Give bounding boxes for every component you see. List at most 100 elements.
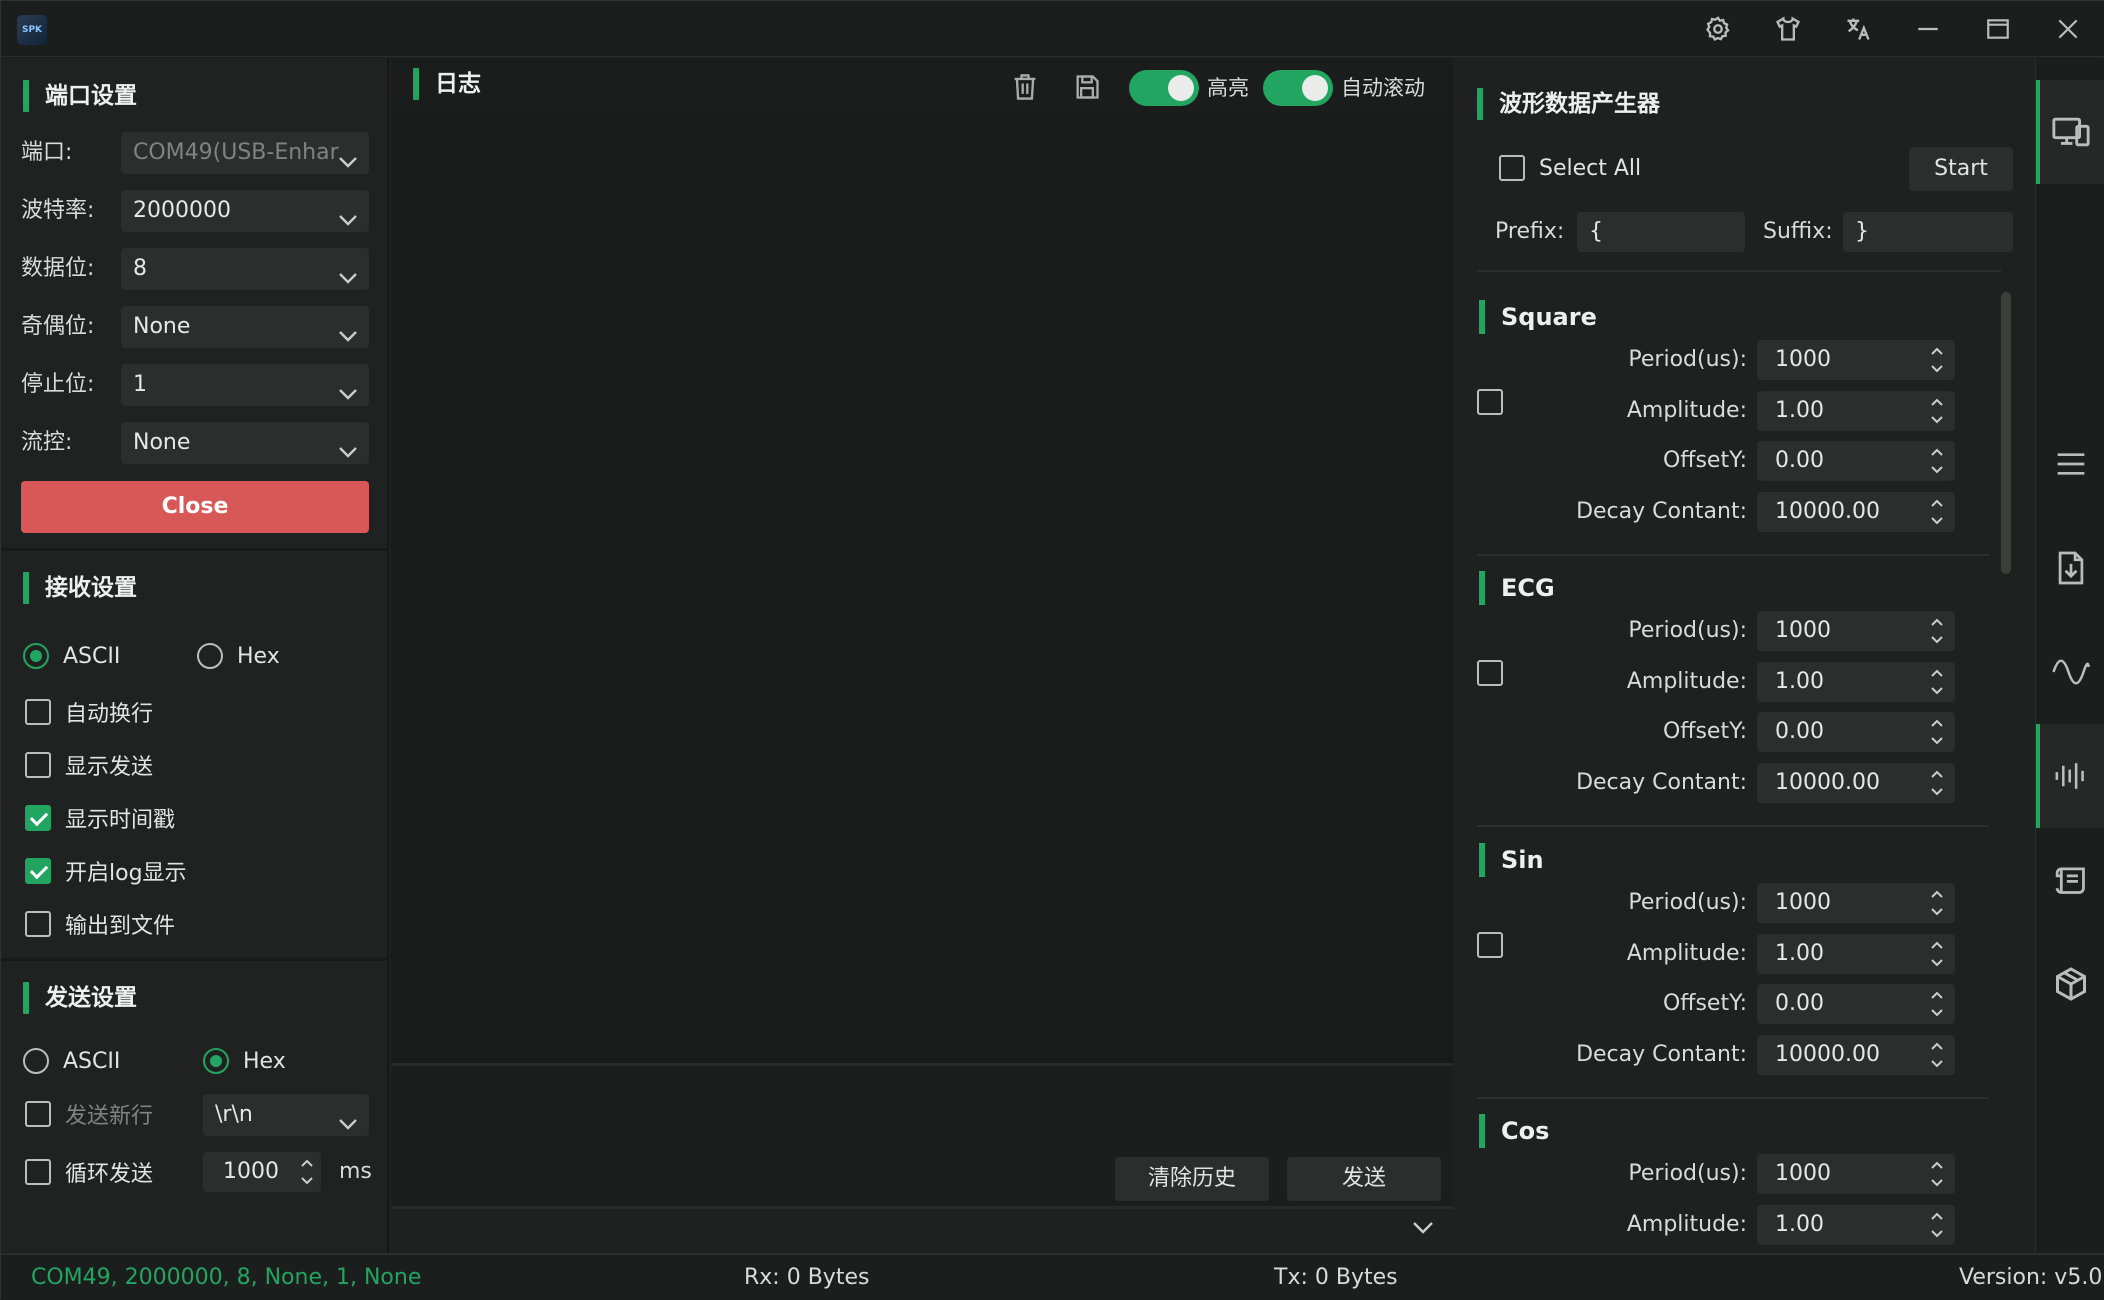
output-file-checkbox[interactable]: 输出到文件 — [25, 906, 175, 942]
ecg-enable-checkbox[interactable] — [1477, 655, 1517, 691]
spinner-arrows-icon[interactable] — [1929, 1156, 1945, 1192]
send-newline-checkbox[interactable]: 发送新行 — [25, 1096, 153, 1132]
amplitude-value: 1.00 — [1775, 669, 1824, 694]
autoscroll-toggle[interactable] — [1263, 70, 1333, 106]
spinner-arrows-icon[interactable] — [299, 1154, 315, 1190]
spinner-arrows-icon[interactable] — [1929, 885, 1945, 921]
send-button[interactable]: 发送 — [1287, 1157, 1441, 1201]
show-sent-checkbox[interactable]: 显示发送 — [25, 747, 153, 783]
wave-icon[interactable] — [2036, 620, 2104, 724]
amplitude-input[interactable]: 1.00 — [1757, 662, 1955, 702]
checkbox-indicator — [25, 858, 51, 884]
translate-icon[interactable] — [1838, 11, 1878, 47]
scroll-icon[interactable] — [2036, 828, 2104, 932]
spinner-arrows-icon[interactable] — [1929, 393, 1945, 429]
decay-input[interactable]: 10000.00 — [1757, 492, 1955, 532]
clear-history-button[interactable]: 清除历史 — [1115, 1157, 1269, 1201]
period-input[interactable]: 1000 — [1757, 1154, 1955, 1194]
flowcontrol-select[interactable]: None — [121, 422, 369, 464]
spinner-arrows-icon[interactable] — [1929, 613, 1945, 649]
enable-log-checkbox[interactable]: 开启log显示 — [25, 853, 187, 889]
stopbits-select[interactable]: 1 — [121, 364, 369, 406]
auto-wrap-checkbox[interactable]: 自动换行 — [25, 694, 153, 730]
start-button[interactable]: Start — [1909, 147, 2013, 191]
amplitude-label: Amplitude: — [1626, 1212, 1747, 1237]
chevron-down-icon — [337, 434, 359, 458]
select-all-checkbox[interactable]: Select All — [1499, 150, 1641, 186]
period-input[interactable]: 1000 — [1757, 340, 1955, 380]
highlight-toggle[interactable] — [1129, 70, 1199, 106]
scrollbar-thumb[interactable] — [2001, 292, 2011, 574]
port-settings-title: 端口设置 — [23, 80, 137, 112]
package-icon[interactable] — [2036, 932, 2104, 1036]
parity-select[interactable]: None — [121, 306, 369, 348]
checkbox-indicator — [1477, 932, 1503, 958]
close-port-button[interactable]: Close — [21, 481, 369, 533]
port-select[interactable]: COM49(USB-Enhar — [121, 132, 369, 174]
newline-select[interactable]: \r\n — [203, 1094, 369, 1136]
amplitude-input[interactable]: 1.00 — [1757, 1205, 1955, 1245]
receive-hex-radio[interactable]: Hex — [197, 638, 280, 674]
download-file-icon[interactable] — [2036, 516, 2104, 620]
spinner-arrows-icon[interactable] — [1929, 1037, 1945, 1073]
spinner-arrows-icon[interactable] — [1929, 986, 1945, 1022]
baud-select[interactable]: 2000000 — [121, 190, 369, 232]
send-input-area[interactable]: 清除历史 发送 — [391, 1066, 1453, 1206]
send-ascii-radio[interactable]: ASCII — [23, 1043, 120, 1079]
version-label: Version: v5.0 — [1959, 1265, 2103, 1290]
side-navigation — [2035, 58, 2104, 1253]
suffix-input[interactable]: } — [1843, 212, 2013, 252]
spinner-arrows-icon[interactable] — [1929, 714, 1945, 750]
chevron-down-icon[interactable] — [1411, 1217, 1435, 1243]
checkbox-indicator — [1477, 389, 1503, 415]
checkbox-indicator — [25, 1159, 51, 1185]
decay-value: 10000.00 — [1775, 499, 1880, 524]
chevron-down-icon — [337, 1106, 359, 1130]
loop-unit: ms — [339, 1159, 372, 1184]
spinner-arrows-icon[interactable] — [1929, 1207, 1945, 1243]
minimize-icon[interactable] — [1908, 11, 1948, 47]
spinner-arrows-icon[interactable] — [1929, 494, 1945, 530]
spinner-arrows-icon[interactable] — [1929, 765, 1945, 801]
spinner-arrows-icon[interactable] — [1929, 936, 1945, 972]
spinner-arrows-icon[interactable] — [1929, 342, 1945, 378]
offset-input[interactable]: 0.00 — [1757, 712, 1955, 752]
spinner-arrows-icon[interactable] — [1929, 664, 1945, 700]
section-divider — [1, 958, 389, 961]
devices-icon[interactable] — [2036, 80, 2104, 184]
checkbox-label: 输出到文件 — [65, 914, 176, 939]
amplitude-label: Amplitude: — [1626, 669, 1747, 694]
waveform-bars-icon[interactable] — [2036, 724, 2104, 828]
checkbox-indicator — [25, 752, 51, 778]
status-bar: COM49, 2000000, 8, None, 1, None Rx: 0 B… — [1, 1253, 2104, 1300]
amplitude-input[interactable]: 1.00 — [1757, 934, 1955, 974]
databits-select[interactable]: 8 — [121, 248, 369, 290]
period-input[interactable]: 1000 — [1757, 611, 1955, 651]
chevron-down-icon — [337, 376, 359, 400]
prefix-input[interactable]: { — [1577, 212, 1745, 252]
spinner-arrows-icon[interactable] — [1929, 443, 1945, 479]
sin-enable-checkbox[interactable] — [1477, 927, 1517, 963]
save-icon[interactable] — [1067, 67, 1107, 107]
offset-input[interactable]: 0.00 — [1757, 441, 1955, 481]
square-enable-checkbox[interactable] — [1477, 384, 1517, 420]
offset-input[interactable]: 0.00 — [1757, 984, 1955, 1024]
period-label: Period(us): — [1628, 618, 1747, 643]
loop-send-checkbox[interactable]: 循环发送 — [25, 1154, 153, 1190]
show-timestamp-checkbox[interactable]: 显示时间戳 — [25, 800, 175, 836]
trash-icon[interactable] — [1005, 67, 1045, 107]
tshirt-icon[interactable] — [1768, 11, 1808, 47]
send-hex-radio[interactable]: Hex — [203, 1043, 286, 1079]
log-output[interactable] — [391, 118, 1453, 1123]
receive-ascii-radio[interactable]: ASCII — [23, 638, 120, 674]
settings-icon[interactable] — [1698, 11, 1738, 47]
decay-input[interactable]: 10000.00 — [1757, 763, 1955, 803]
loop-interval-input[interactable]: 1000 — [203, 1152, 321, 1192]
period-input[interactable]: 1000 — [1757, 883, 1955, 923]
baud-label: 波特率: — [21, 198, 95, 223]
close-icon[interactable] — [2048, 11, 2088, 47]
decay-input[interactable]: 10000.00 — [1757, 1035, 1955, 1075]
amplitude-input[interactable]: 1.00 — [1757, 391, 1955, 431]
maximize-icon[interactable] — [1978, 11, 2018, 47]
menu-icon[interactable] — [2036, 412, 2104, 516]
